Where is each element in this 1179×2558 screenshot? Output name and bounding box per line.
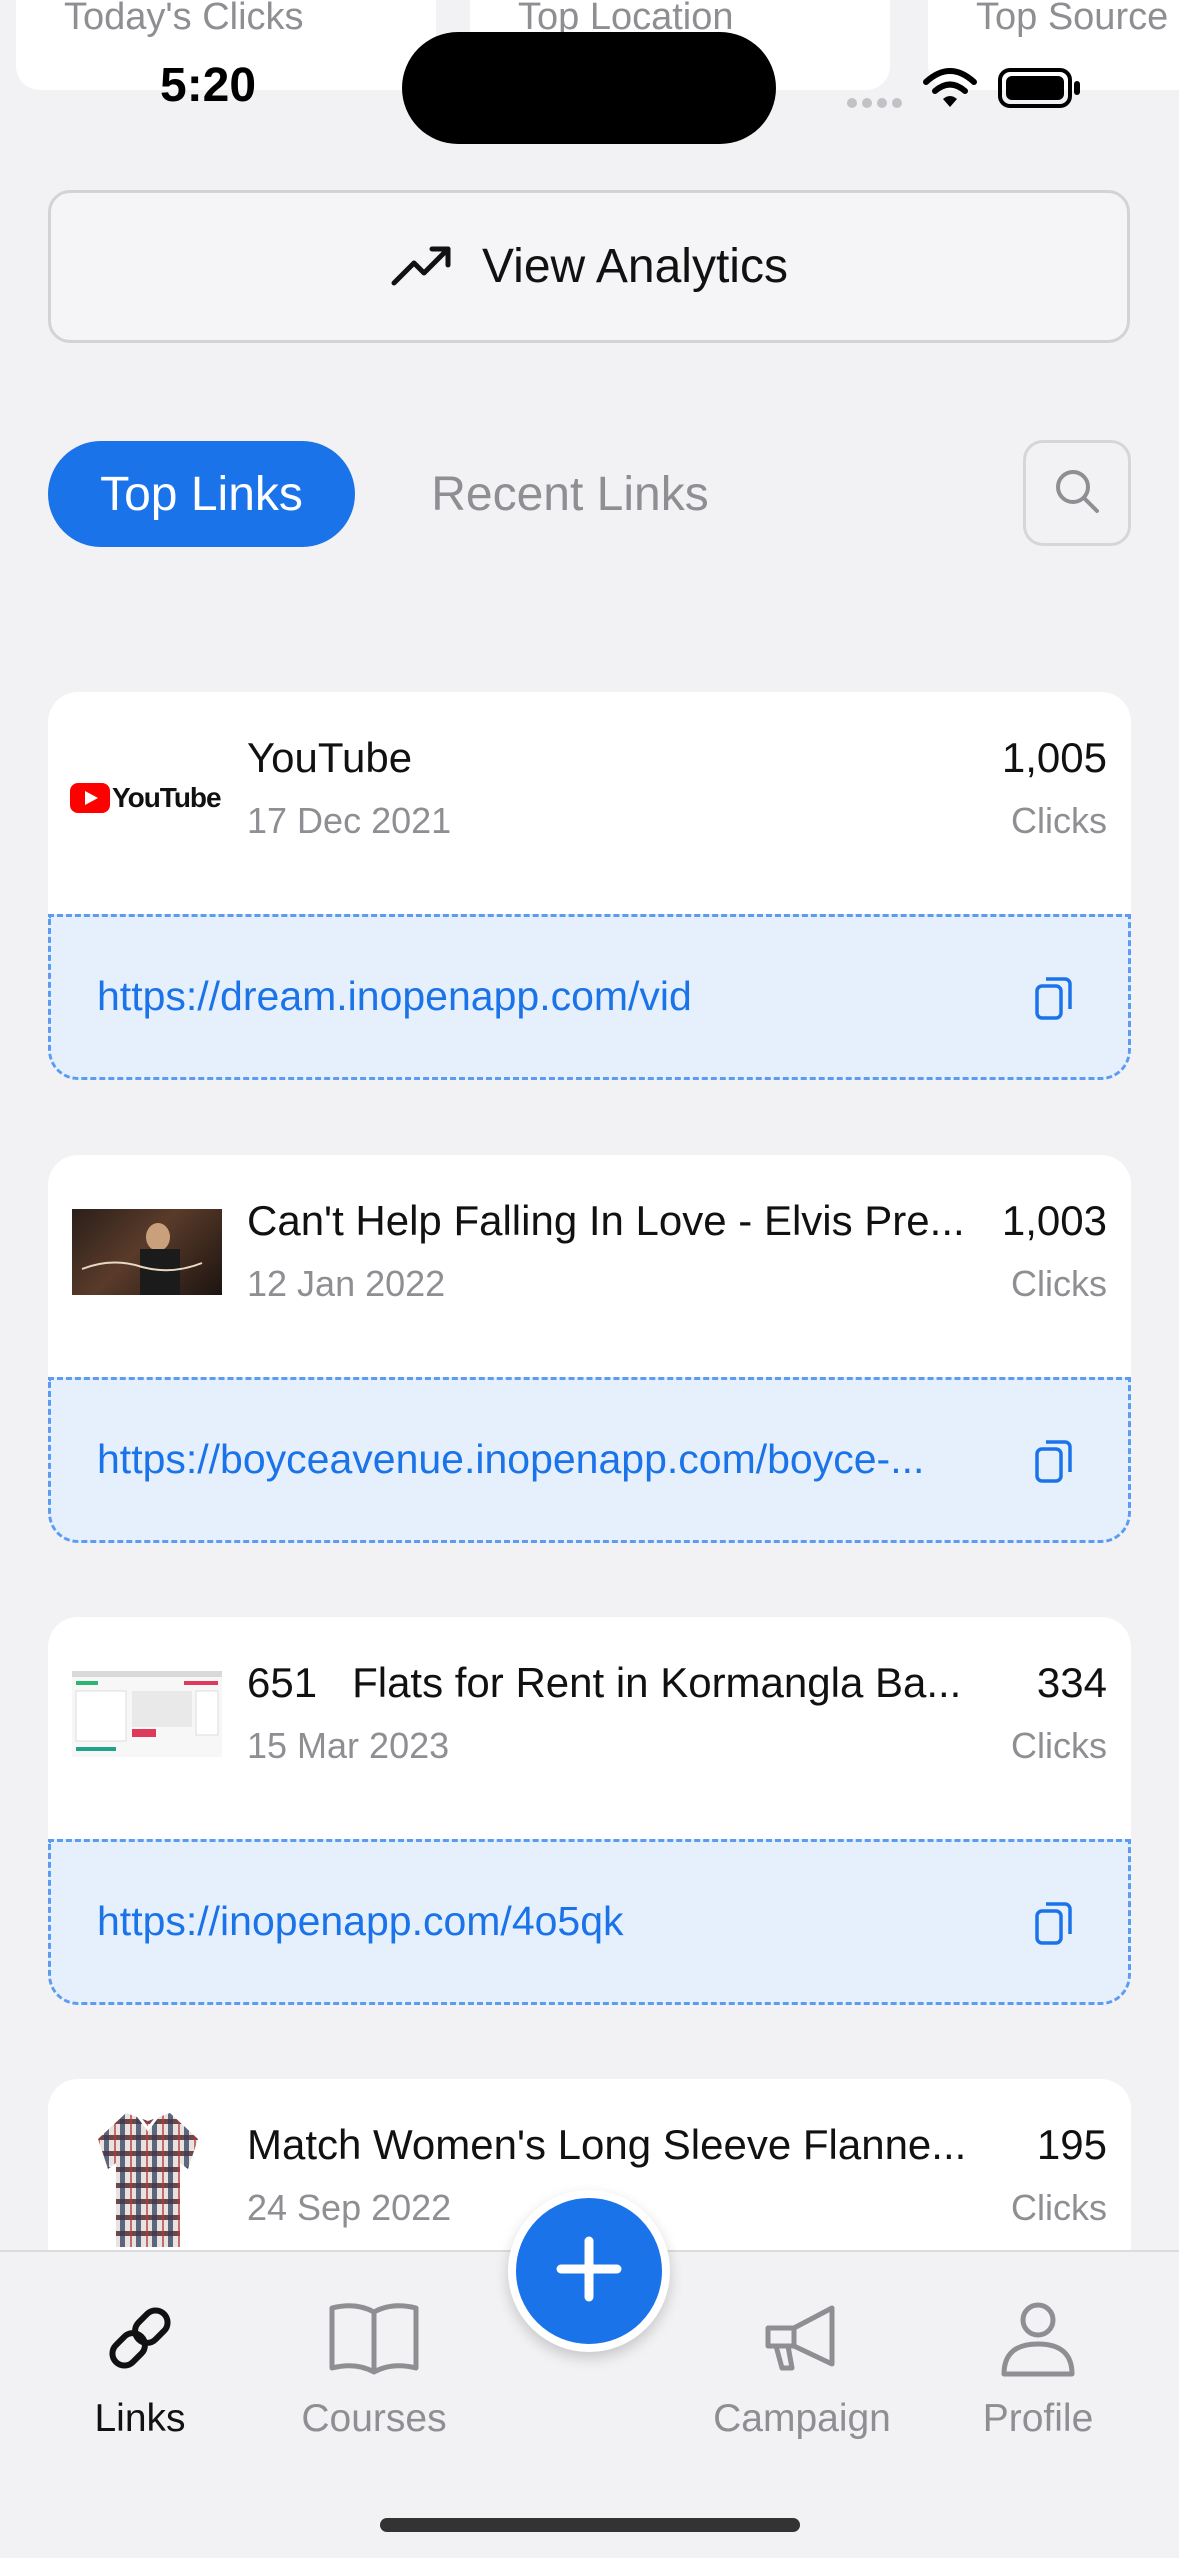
nav-profile[interactable]: Profile xyxy=(938,2298,1138,2441)
megaphone-icon xyxy=(754,2305,850,2382)
view-analytics-button[interactable]: View Analytics xyxy=(48,190,1130,343)
nav-links[interactable]: Links xyxy=(40,2298,240,2441)
link-title: Match Women's Long Sleeve Flanne... xyxy=(247,2121,967,2168)
home-indicator xyxy=(380,2518,800,2532)
book-icon xyxy=(326,2303,422,2382)
nav-courses[interactable]: Courses xyxy=(274,2298,474,2441)
person-icon xyxy=(996,2302,1080,2382)
short-url[interactable]: https://inopenapp.com/4o5qk xyxy=(97,1898,997,1945)
nav-label: Profile xyxy=(982,2397,1094,2440)
dynamic-island xyxy=(402,32,776,144)
search-icon xyxy=(1052,466,1102,521)
copy-button[interactable] xyxy=(1034,975,1074,1026)
status-time: 5:20 xyxy=(160,59,257,112)
nav-label: Links xyxy=(94,2397,186,2440)
tab-top-links[interactable]: Top Links xyxy=(48,441,355,547)
link-card[interactable]: 651 Flats for Rent in Kormangla Ba... 15… xyxy=(48,1617,1131,2005)
short-url[interactable]: https://boyceavenue.inopenapp.com/boyce-… xyxy=(97,1436,997,1483)
copy-icon xyxy=(1034,1902,1074,1950)
link-title: YouTube xyxy=(247,734,413,781)
product-thumbnail xyxy=(88,2103,208,2253)
short-url[interactable]: https://dream.inopenapp.com/vid xyxy=(97,973,997,1020)
tab-recent-links[interactable]: Recent Links xyxy=(400,441,740,547)
link-title: Can't Help Falling In Love - Elvis Pre..… xyxy=(247,1197,965,1244)
copy-icon xyxy=(1034,977,1074,1025)
clicks-label: Clicks xyxy=(1011,1263,1107,1304)
copy-button[interactable] xyxy=(1034,1900,1074,1951)
short-url-box[interactable]: https://boyceavenue.inopenapp.com/boyce-… xyxy=(48,1377,1131,1543)
link-icon xyxy=(100,2307,180,2382)
link-date: 12 Jan 2022 xyxy=(247,1263,446,1304)
nav-label: Campaign xyxy=(713,2397,891,2440)
youtube-logo-text: YouTube xyxy=(112,782,222,813)
short-url-box[interactable]: https://inopenapp.com/4o5qk xyxy=(48,1839,1131,2005)
link-date: 15 Mar 2023 xyxy=(247,1725,450,1766)
click-count: 1,005 xyxy=(1001,734,1107,781)
link-date: 24 Sep 2022 xyxy=(247,2187,452,2228)
click-count: 195 xyxy=(1036,2121,1107,2168)
add-link-button[interactable] xyxy=(508,2190,670,2352)
link-card[interactable]: YouTube YouTube 17 Dec 2021 1,005 Clicks… xyxy=(48,692,1131,1080)
wifi-icon xyxy=(922,66,978,115)
clicks-label: Clicks xyxy=(1011,2187,1107,2228)
plus-icon xyxy=(549,2229,629,2314)
click-count: 1,003 xyxy=(1001,1197,1107,1244)
copy-button[interactable] xyxy=(1034,1438,1074,1489)
click-count: 334 xyxy=(1036,1659,1107,1706)
stat-label: Today's Clicks xyxy=(64,0,304,38)
link-title: 651 Flats for Rent in Kormangla Ba... xyxy=(247,1659,962,1706)
link-date: 17 Dec 2021 xyxy=(247,800,452,841)
clicks-label: Clicks xyxy=(1011,800,1107,841)
trending-up-icon xyxy=(390,241,454,292)
search-button[interactable] xyxy=(1023,440,1131,546)
copy-icon xyxy=(1034,1440,1074,1488)
stat-label: Top Source xyxy=(976,0,1169,38)
clicks-label: Clicks xyxy=(1011,1725,1107,1766)
nav-label: Courses xyxy=(301,2397,447,2440)
view-analytics-label: View Analytics xyxy=(482,240,788,293)
youtube-logo: YouTube xyxy=(70,748,222,848)
webpage-thumbnail xyxy=(72,1671,222,1757)
nav-campaign[interactable]: Campaign xyxy=(702,2298,902,2441)
link-card[interactable]: Can't Help Falling In Love - Elvis Pre..… xyxy=(48,1155,1131,1543)
video-thumbnail xyxy=(72,1209,222,1295)
short-url-box[interactable]: https://dream.inopenapp.com/vid xyxy=(48,914,1131,1080)
cellular-signal-icon xyxy=(846,96,906,115)
battery-icon xyxy=(998,68,1082,113)
